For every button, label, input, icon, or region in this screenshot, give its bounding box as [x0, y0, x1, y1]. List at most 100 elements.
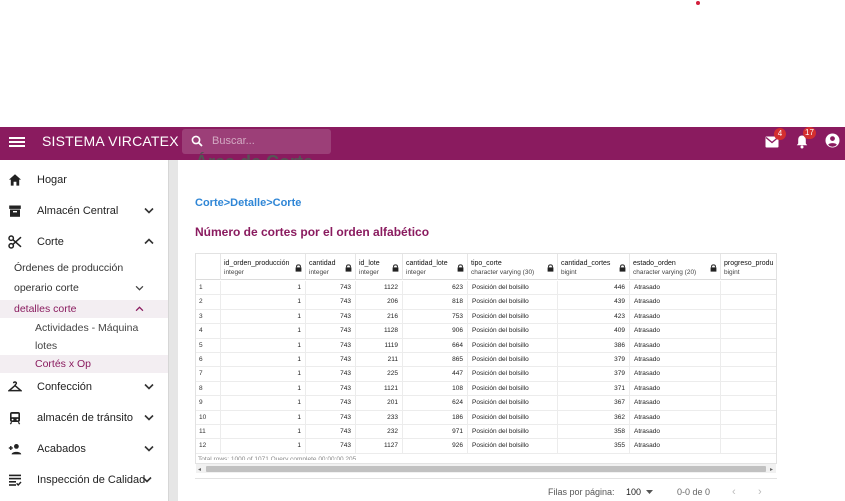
sidebar-item-almacen-transito[interactable]: almacén de tránsito — [0, 405, 168, 433]
content-gutter — [169, 160, 178, 501]
table-cell: Posición del bolsillo — [468, 410, 558, 425]
scrollbar-thumb[interactable] — [206, 466, 766, 472]
table-cell: 1 — [221, 367, 306, 382]
table-row[interactable]: 2 1 743 206 818 Posición del bolsillo 439 Atras… — [196, 295, 776, 310]
table-row[interactable]: 6 1 743 211 865 Posición del bolsillo 379 Atras… — [196, 353, 776, 368]
table-cell: 233 — [356, 410, 403, 425]
column-name: tipo_corte — [471, 260, 502, 267]
row-number-cell: 3 — [196, 309, 221, 325]
table-row[interactable]: 3 1 743 216 753 Posición del bolsillo 423 Atras… — [196, 309, 776, 325]
table-cell: 743 — [306, 367, 356, 382]
chevron-down-icon[interactable] — [135, 285, 144, 291]
sidebar-subsubitem-label: Actividades - Máquina — [35, 322, 139, 334]
table-row[interactable]: 5 1 743 1119 664 Posición del bolsillo 386 Atra… — [196, 338, 776, 353]
sidebar-item-confeccion[interactable]: Confección — [0, 374, 168, 402]
table-cell: Posición del bolsillo — [468, 338, 558, 353]
table-cell: 386 — [558, 338, 630, 353]
chevron-down-icon[interactable] — [144, 445, 154, 452]
table-cell: Atrasado — [630, 410, 721, 425]
sidebar-item-label: Corte — [37, 236, 64, 248]
column-name: cantidad_lote — [406, 260, 448, 267]
table-cell: 362 — [558, 410, 630, 425]
column-header[interactable]: id_lote integer — [356, 254, 403, 280]
table-row[interactable]: 7 1 743 225 447 Posición del bolsillo 379 Atras… — [196, 367, 776, 382]
chevron-down-icon[interactable] — [144, 414, 154, 421]
table-cell — [721, 382, 776, 396]
account-icon[interactable] — [825, 133, 840, 148]
table-cell: 206 — [356, 295, 403, 310]
column-header[interactable]: estado_orden character varying (20) — [630, 254, 721, 280]
notification-badge: 17 — [803, 127, 816, 139]
search-input[interactable]: Buscar... — [212, 135, 255, 147]
sidebar-item-label: Almacén Central — [37, 205, 119, 217]
table-cell — [721, 324, 776, 338]
chevron-up-icon[interactable] — [135, 306, 144, 312]
table-cell: 409 — [558, 324, 630, 339]
column-type: integer — [406, 269, 426, 276]
table-row[interactable]: 9 1 743 201 624 Posición del bolsillo 367 Atras… — [196, 396, 776, 411]
chevron-up-icon[interactable] — [144, 238, 154, 245]
column-type: bigint — [724, 269, 740, 276]
sidebar-subitem-label: operario corte — [14, 282, 79, 294]
table-cell: 1 — [221, 410, 306, 425]
table-cell: Atrasado — [630, 381, 721, 397]
column-name: progreso_produ — [724, 260, 774, 267]
caret-down-icon[interactable] — [646, 490, 653, 494]
table-cell: 1122 — [356, 281, 403, 296]
table-row[interactable]: 4 1 743 1128 906 Posición del bolsillo 409 Atra… — [196, 324, 776, 339]
table-row[interactable]: 11 1 743 232 971 Posición del bolsillo 358 Atra… — [196, 425, 776, 440]
table-cell: Atrasado — [630, 425, 721, 440]
sidebar-subitem-detalles-corte[interactable]: detalles corte — [0, 300, 168, 318]
horizontal-scrollbar[interactable]: ◂ ▸ — [196, 463, 776, 473]
scroll-right-arrow-icon[interactable]: ▸ — [770, 466, 773, 473]
table-cell: 623 — [403, 281, 468, 296]
breadcrumb[interactable]: Corte>Detalle>Corte — [195, 197, 301, 209]
chevron-down-icon[interactable] — [144, 383, 154, 390]
sidebar-subsubitem-actividades[interactable]: Actividades - Máquina lotes — [0, 319, 168, 355]
sidebar-subsubitem-cortes-x-op[interactable]: Cortés x Op — [0, 355, 168, 373]
next-page-button[interactable]: › — [758, 486, 762, 498]
column-type: integer — [359, 269, 379, 276]
table-cell — [721, 281, 776, 295]
table-cell — [721, 295, 776, 309]
sidebar-item-hogar[interactable]: Hogar — [0, 167, 168, 195]
red-dot-marker — [696, 1, 700, 5]
table-cell: 1 — [221, 425, 306, 440]
table-cell: 1 — [221, 338, 306, 353]
chevron-down-icon[interactable] — [142, 476, 152, 483]
sidebar-item-label: Hogar — [37, 174, 67, 186]
sidebar-subsubitem-label-line2: lotes — [35, 340, 58, 352]
column-header[interactable]: cantidad_cortes bigint — [558, 254, 630, 280]
scroll-left-arrow-icon[interactable]: ◂ — [198, 466, 201, 473]
table-row[interactable]: 12 1 743 1127 926 Posición del bolsillo 355 Atr… — [196, 439, 776, 454]
section-heading: Número de cortes por el orden alfabético — [195, 225, 430, 239]
column-header[interactable]: cantidad integer — [306, 254, 356, 280]
table-cell: Atrasado — [630, 309, 721, 325]
sidebar-item-label: almacén de tránsito — [37, 412, 133, 424]
previous-page-button[interactable]: ‹ — [732, 486, 736, 498]
table-cell: 743 — [306, 295, 356, 310]
column-header[interactable]: id_orden_producción integer — [221, 254, 306, 280]
sidebar-item-acabados[interactable]: Acabados — [0, 436, 168, 464]
column-header[interactable]: cantidad_loteinteger — [403, 254, 468, 280]
column-header[interactable]: progreso_produbigint — [721, 254, 776, 280]
table-row[interactable]: 10 1 743 233 186 Posición del bolsillo 362 Atra… — [196, 410, 776, 425]
table-row[interactable]: 1 1 743 1122 623 Posición del bolsillo 446 Atra… — [196, 281, 776, 296]
sidebar-subitem-operario-corte[interactable]: operario corte — [0, 279, 168, 297]
table-cell: 355 — [558, 439, 630, 454]
sidebar-item-label: Acabados — [37, 443, 86, 455]
rows-per-page-select[interactable]: 100 — [626, 487, 641, 497]
table-cell: 743 — [306, 410, 356, 425]
column-header[interactable]: tipo_corte character varying (30) — [468, 254, 558, 280]
table-row[interactable]: 8 1 743 1121 108 Posición del bolsillo 371 Atra… — [196, 381, 776, 397]
sidebar-subitem-ordenes-produccion[interactable]: Órdenes de producción — [0, 259, 168, 277]
sidebar-item-corte[interactable]: Corte — [0, 229, 168, 257]
menu-icon[interactable] — [9, 135, 25, 151]
table-cell: 379 — [558, 367, 630, 382]
mail-badge: 4 — [774, 128, 786, 140]
sidebar-item-inspeccion-calidad[interactable]: Inspección de Calidad — [0, 467, 168, 495]
table-cell — [721, 411, 776, 425]
sidebar-item-almacen-central[interactable]: Almacén Central — [0, 198, 168, 226]
search-box[interactable]: Buscar... — [182, 129, 331, 154]
chevron-down-icon[interactable] — [144, 207, 154, 214]
